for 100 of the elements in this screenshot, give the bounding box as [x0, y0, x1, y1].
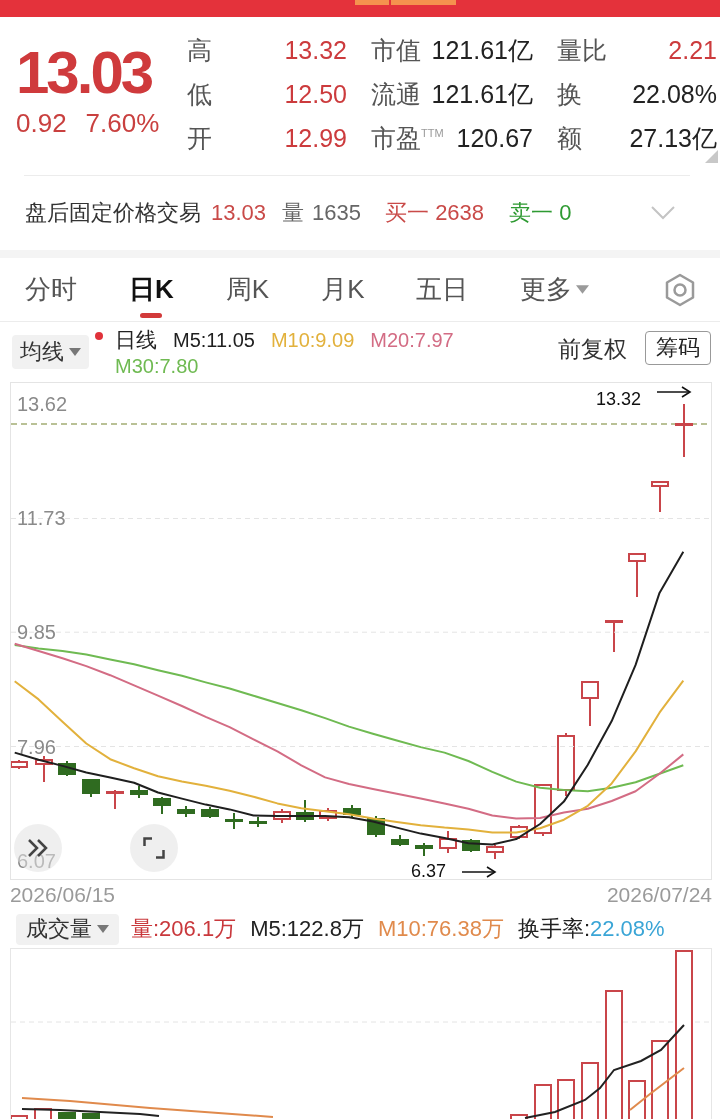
- price-axis-label: 9.85: [17, 621, 56, 644]
- candlestick: [177, 805, 195, 818]
- stat-value: 27.13亿: [629, 122, 717, 154]
- turnover-value: 22.08%: [590, 916, 665, 942]
- candlestick: [439, 830, 457, 854]
- candlestick: [82, 779, 100, 798]
- moving-average-value: M10:9.09: [270, 328, 355, 353]
- volume-bar: [58, 1112, 76, 1119]
- candlestick: [557, 732, 575, 797]
- candlestick: [296, 799, 314, 823]
- candlestick: [651, 481, 669, 513]
- percent-change: 7.60%: [85, 108, 160, 138]
- volume-bar: [581, 1062, 599, 1119]
- candlestick: [510, 824, 528, 840]
- candlestick: [534, 783, 552, 837]
- candlestick: [415, 842, 433, 857]
- pointer-arrow: [461, 866, 497, 878]
- candlestick: [605, 620, 623, 653]
- price-adjust-button[interactable]: 前复权: [558, 334, 627, 364]
- candlestick: [628, 552, 646, 598]
- stat-value: 12.99: [284, 123, 347, 153]
- after-hours-price: 13.03: [211, 200, 267, 226]
- candlestick: [343, 804, 361, 819]
- candlestick: [249, 816, 267, 828]
- chart-tab[interactable]: 更多: [508, 258, 602, 321]
- stat-label: 低: [187, 78, 212, 110]
- caret-icon: [576, 285, 590, 294]
- volume-stat-label: M5:122.8万: [250, 915, 364, 943]
- chart-tab[interactable]: 周K: [213, 258, 282, 321]
- chart-tab[interactable]: 五日: [404, 258, 481, 321]
- candlestick: [225, 812, 243, 830]
- volume-bar: [11, 1115, 28, 1119]
- stat-label: 量比: [557, 34, 607, 66]
- volume-value: 1635: [312, 200, 361, 226]
- stat-label: 流通: [371, 78, 421, 110]
- candlestick: [11, 759, 28, 770]
- stat-label: 市值: [371, 34, 421, 66]
- corner-triangle-icon: [705, 150, 718, 163]
- volume-label: 量: [282, 199, 305, 227]
- turnover-label: 换手率:: [517, 915, 590, 943]
- date-label: 2026/06/15: [9, 883, 115, 907]
- indicator-dropdown[interactable]: 均线: [12, 335, 89, 369]
- volume-bar: [34, 1108, 52, 1119]
- moving-average-value: M30:7.80: [115, 354, 199, 379]
- best-bid-text: 买一 2638: [385, 199, 485, 227]
- stat-value: 120.67: [456, 123, 533, 153]
- stat-label: 换: [557, 78, 582, 110]
- tag-icon: [355, 0, 389, 5]
- volume-bar: [534, 1084, 552, 1119]
- stat-value: 121.61亿: [431, 78, 533, 110]
- caret-icon: [97, 925, 109, 933]
- price-change: 0.92: [16, 108, 67, 138]
- price-note: 13.32: [596, 389, 642, 409]
- candlestick: [675, 403, 693, 458]
- stat-value: 22.08%: [632, 79, 717, 109]
- volume-bar: [82, 1113, 100, 1119]
- stat-label: 高: [187, 34, 212, 66]
- moving-average-value: M5:11.05: [173, 328, 255, 353]
- stat-label: 市盈$^{TTM}$: [371, 122, 444, 154]
- candlestick: [581, 680, 599, 727]
- indicator-dropdown[interactable]: 成交量: [16, 913, 119, 945]
- chart-tab[interactable]: 日K: [117, 258, 186, 321]
- stat-value: 12.50: [284, 79, 347, 109]
- stat-value: 121.61亿: [431, 34, 533, 66]
- chart-tab[interactable]: 月K: [309, 258, 377, 321]
- stat-value: 2.21: [668, 35, 717, 65]
- period-label: 日线: [115, 327, 157, 353]
- fullscreen-button[interactable]: [130, 824, 178, 872]
- caret-icon: [69, 348, 81, 356]
- price-note: 6.37: [411, 861, 447, 879]
- stat-label: 开: [187, 122, 212, 154]
- tag-icon: [391, 0, 456, 5]
- chips-button[interactable]: 筹码: [645, 331, 711, 365]
- volume-bar: [628, 1080, 646, 1119]
- after-hours-label: 盘后固定价格交易: [25, 199, 201, 227]
- price-axis-label: 13.62: [17, 393, 68, 416]
- pointer-arrow: [656, 386, 692, 398]
- volume-stat-label: M10:76.38万: [377, 915, 504, 943]
- stat-value: 13.32: [284, 35, 347, 65]
- best-ask-text: 卖一 0: [509, 199, 572, 227]
- volume-stat-label: 量:206.1万: [131, 915, 237, 943]
- price-axis-label: 11.73: [17, 507, 66, 530]
- corner-brackets-icon: [143, 837, 165, 859]
- moving-average-value: M20:7.97: [370, 328, 454, 353]
- volume-bar: [557, 1079, 575, 1119]
- price-axis-label: 6.07: [17, 849, 56, 872]
- chart-tab[interactable]: 分时: [13, 258, 89, 321]
- candlestick: [319, 807, 337, 822]
- price-axis-label: 7.96: [17, 735, 56, 758]
- candlestick: [273, 808, 291, 824]
- dot-icon: [95, 332, 103, 340]
- settings-icon[interactable]: [663, 272, 697, 307]
- candlestick: [35, 755, 53, 783]
- date-label: 2026/07/24: [606, 883, 712, 907]
- candlestick: [486, 844, 504, 860]
- candlestick: [153, 796, 171, 815]
- double-chevron-button[interactable]: [14, 824, 62, 872]
- candlestick: [130, 785, 148, 799]
- stat-label: 额: [557, 122, 582, 154]
- candlestick: [391, 834, 409, 847]
